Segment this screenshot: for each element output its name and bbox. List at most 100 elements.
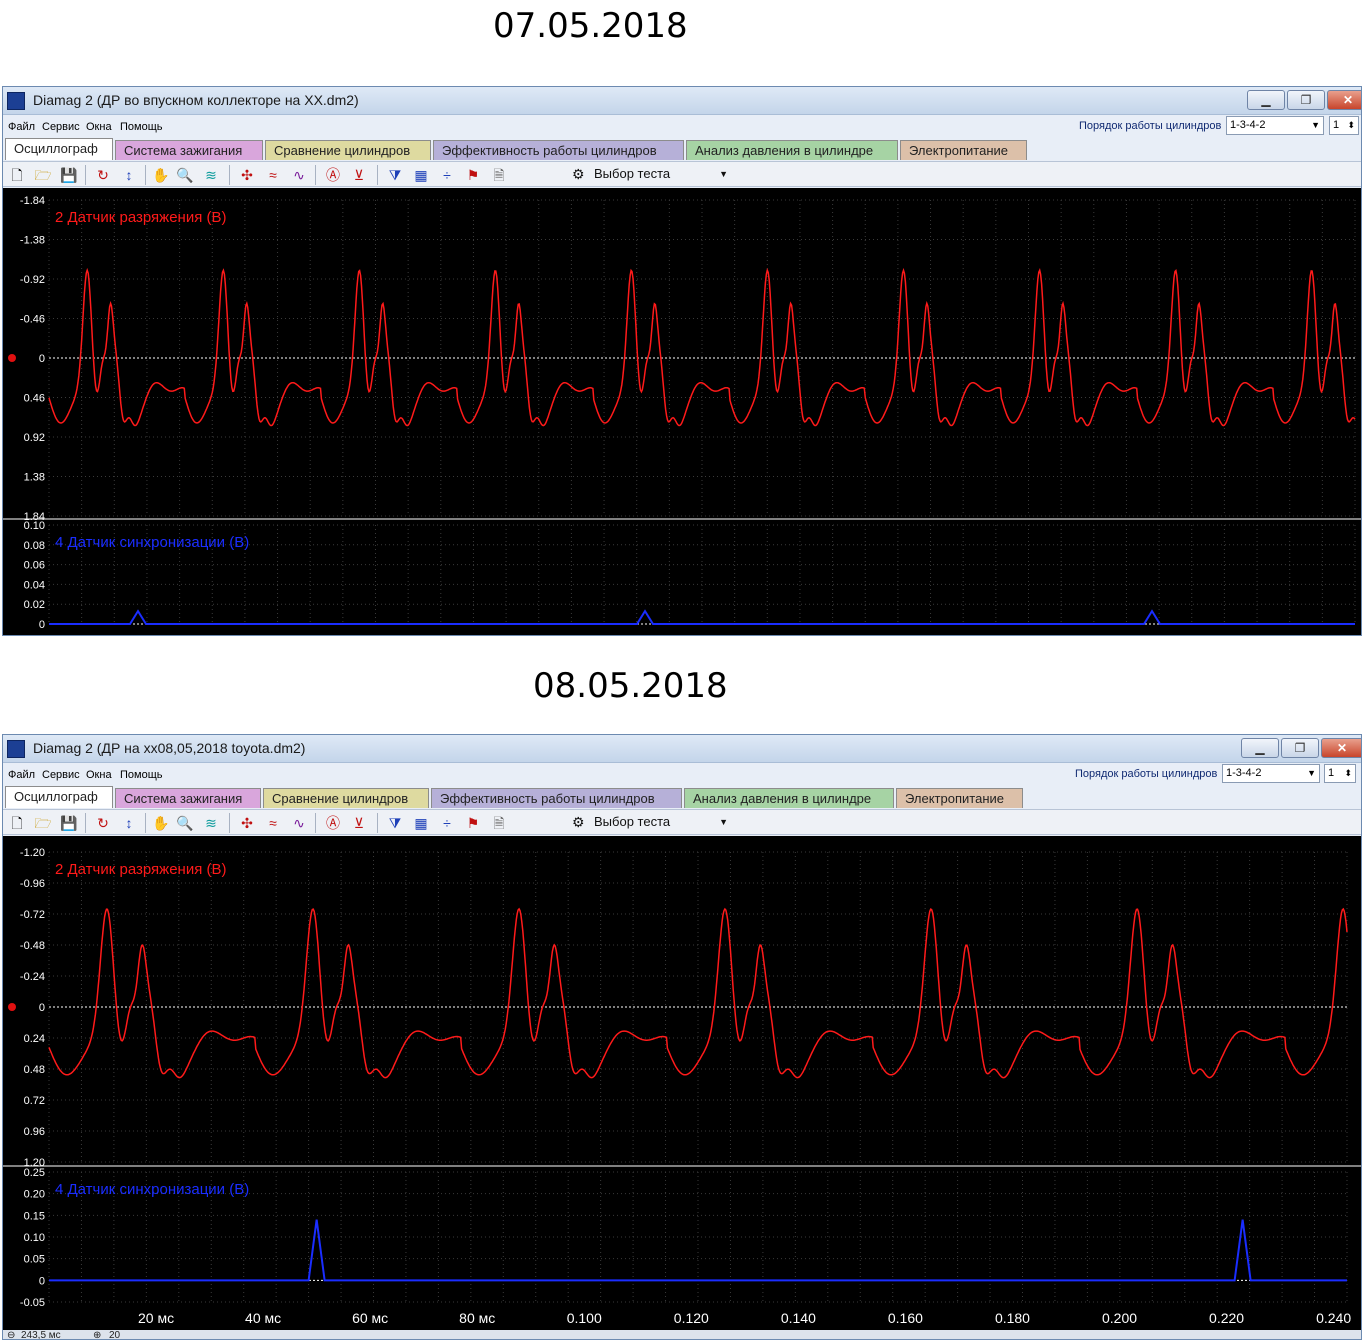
menu-bar: Файл Сервис Окна Помощь Порядок работы ц… xyxy=(3,764,1361,784)
tab-pressure-analysis[interactable]: Анализ давления в цилиндре xyxy=(686,140,898,160)
hand-pan-icon[interactable]: ✋ xyxy=(151,813,171,833)
x-tick-label: 0.180 xyxy=(995,1310,1030,1326)
window-title: Diamag 2 (ДР на хх08,05,2018 toyota.dm2) xyxy=(33,740,306,756)
menu-windows[interactable]: Окна xyxy=(86,121,112,133)
title-bar: Diamag 2 (ДР на хх08,05,2018 toyota.dm2)… xyxy=(3,735,1361,763)
spin-arrows-icon: ⬍ xyxy=(1347,120,1355,130)
signal-stack-icon[interactable]: ≋ xyxy=(201,813,221,833)
tab-power-supply[interactable]: Электропитание xyxy=(896,788,1023,808)
menu-file[interactable]: Файл xyxy=(8,121,35,133)
y-tick-label: 0.10 xyxy=(24,520,45,532)
table-icon[interactable]: ▦ xyxy=(411,165,431,185)
curve-tool-icon[interactable]: ↻ xyxy=(93,165,113,185)
tab-cylinder-efficiency[interactable]: Эффективность работы цилиндров xyxy=(433,140,684,160)
sine-icon[interactable]: ∿ xyxy=(289,813,309,833)
time-per-div[interactable]: 243,5 мс xyxy=(21,1330,61,1339)
oscilloscope-view[interactable]: -1.84 -1.38 -0.92 -0.46 0 0.46 0.92 1.38 1.84 2 Д… xyxy=(3,188,1362,636)
tab-ignition[interactable]: Система зажигания xyxy=(115,140,263,160)
auto-icon[interactable]: Ⓐ xyxy=(323,165,343,185)
filter-icon[interactable]: ⧩ xyxy=(385,165,405,185)
status-bar: ⊖ 243,5 мс ⊕ 20 xyxy=(3,1330,1361,1339)
auto-icon[interactable]: Ⓐ xyxy=(323,813,343,833)
test-gear-icon: ⚙ xyxy=(572,814,585,830)
split-icon[interactable]: ÷ xyxy=(437,813,457,833)
tab-pressure-analysis[interactable]: Анализ давления в цилиндре xyxy=(684,788,894,808)
tab-cylinder-compare[interactable]: Сравнение цилиндров xyxy=(263,788,429,808)
tab-cylinder-efficiency[interactable]: Эффективность работы цилиндров xyxy=(431,788,682,808)
zoom-icon[interactable]: 🔍 xyxy=(175,813,195,833)
tab-power-supply[interactable]: Электропитание xyxy=(900,140,1027,160)
save-icon[interactable]: 💾 xyxy=(59,165,79,185)
flag-icon[interactable]: ⚑ xyxy=(463,165,483,185)
flag-icon[interactable]: ⚑ xyxy=(463,813,483,833)
table-icon[interactable]: ▦ xyxy=(411,813,431,833)
filter-icon[interactable]: ⧩ xyxy=(385,813,405,833)
report-icon[interactable]: 🗎 xyxy=(489,165,509,185)
channel-label: 4 Датчик синхронизации (В) xyxy=(55,534,249,551)
minimize-button[interactable]: ▁ xyxy=(1241,738,1279,758)
zero-offset-icon[interactable]: ⊻ xyxy=(349,813,369,833)
restore-button[interactable]: ❐ xyxy=(1281,738,1319,758)
zoom-icon[interactable]: 🔍 xyxy=(175,165,195,185)
save-icon[interactable]: 💾 xyxy=(59,813,79,833)
restore-button[interactable]: ❐ xyxy=(1287,90,1325,110)
tab-bar: Осциллограф Система зажигания Сравнение … xyxy=(3,786,1361,808)
menu-service[interactable]: Сервис xyxy=(42,769,80,781)
close-button[interactable]: ✕ xyxy=(1327,90,1361,110)
oscilloscope-view[interactable]: -1.20 -0.96 -0.72 -0.48 -0.24 0 0.24 0.48 0.72 0.… xyxy=(3,836,1361,1330)
tab-oscilloscope[interactable]: Осциллограф xyxy=(5,138,113,160)
x-tick-label: 0.160 xyxy=(888,1310,923,1326)
waves-icon[interactable]: ≈ xyxy=(263,813,283,833)
y-tick-label: -1.84 xyxy=(20,195,45,207)
new-file-icon[interactable]: 🗋 xyxy=(7,165,27,185)
cylinder-order-select[interactable]: 1-3-4-2 ▼ xyxy=(1226,116,1324,135)
y-tick-label: 0.24 xyxy=(24,1033,45,1045)
cylinder-order-select[interactable]: 1-3-4-2 ▼ xyxy=(1222,764,1320,783)
vertical-scale-icon[interactable]: ↕ xyxy=(119,165,139,185)
zoom-value[interactable]: 20 xyxy=(109,1330,120,1339)
minimize-button[interactable]: ▁ xyxy=(1247,90,1285,110)
menu-service[interactable]: Сервис xyxy=(42,121,80,133)
zero-offset-icon[interactable]: ⊻ xyxy=(349,165,369,185)
open-folder-icon[interactable]: 🗁 xyxy=(33,165,53,185)
menu-windows[interactable]: Окна xyxy=(86,769,112,781)
waves-icon[interactable]: ≈ xyxy=(263,165,283,185)
y-tick-label: -0.48 xyxy=(20,940,45,952)
cylinder-number-spinner[interactable]: 1 ⬍ xyxy=(1329,116,1359,135)
zoom-out-icon[interactable]: ⊖ xyxy=(7,1330,15,1339)
menu-file[interactable]: Файл xyxy=(8,769,35,781)
y-tick-label: 0.46 xyxy=(24,393,45,405)
scope-plot-2[interactable]: -1.20 -0.96 -0.72 -0.48 -0.24 0 0.24 0.48 0.72 0.… xyxy=(3,836,1362,1330)
test-select-dropdown[interactable]: ⚙ Выбор теста ▼ xyxy=(568,164,734,185)
cursor-cross-icon[interactable]: ✣ xyxy=(237,165,257,185)
y-tick-label: 1.38 xyxy=(24,472,45,484)
tab-oscilloscope[interactable]: Осциллограф xyxy=(5,786,113,808)
x-tick-label: 40 мс xyxy=(245,1310,281,1326)
close-button[interactable]: ✕ xyxy=(1321,738,1361,758)
x-tick-label: 0.140 xyxy=(781,1310,816,1326)
capture-date-1: 07.05.2018 xyxy=(493,6,688,46)
test-select-dropdown[interactable]: ⚙ Выбор теста ▼ xyxy=(568,812,734,833)
hand-pan-icon[interactable]: ✋ xyxy=(151,165,171,185)
scope-plot-1[interactable]: -1.84-1.38-0.92-0.4600.460.921.381.842 Д… xyxy=(3,188,1362,636)
capture-date-2: 08.05.2018 xyxy=(533,666,728,706)
open-folder-icon[interactable]: 🗁 xyxy=(33,813,53,833)
channel-label: 4 Датчик синхронизации (В) xyxy=(55,1181,249,1198)
tab-cylinder-compare[interactable]: Сравнение цилиндров xyxy=(265,140,431,160)
cursor-cross-icon[interactable]: ✣ xyxy=(237,813,257,833)
spin-arrows-icon: ⬍ xyxy=(1344,768,1352,778)
curve-tool-icon[interactable]: ↻ xyxy=(93,813,113,833)
report-icon[interactable]: 🗎 xyxy=(489,813,509,833)
tab-ignition[interactable]: Система зажигания xyxy=(115,788,261,808)
signal-stack-icon[interactable]: ≋ xyxy=(201,165,221,185)
menu-help[interactable]: Помощь xyxy=(120,769,163,781)
sine-icon[interactable]: ∿ xyxy=(289,165,309,185)
vertical-scale-icon[interactable]: ↕ xyxy=(119,813,139,833)
zoom-in-icon[interactable]: ⊕ xyxy=(93,1330,101,1339)
new-file-icon[interactable]: 🗋 xyxy=(7,813,27,833)
menu-help[interactable]: Помощь xyxy=(120,121,163,133)
x-tick-label: 80 мс xyxy=(459,1310,495,1326)
split-icon[interactable]: ÷ xyxy=(437,165,457,185)
cylinder-number-spinner[interactable]: 1 ⬍ xyxy=(1324,764,1356,783)
y-tick-label: 0 xyxy=(39,1002,45,1014)
